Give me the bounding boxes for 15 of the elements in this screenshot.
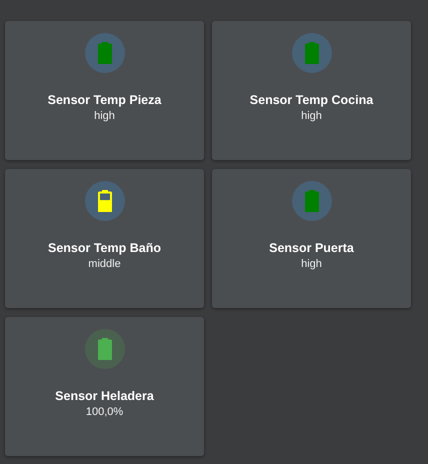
sensor-card[interactable]: Sensor Temp Baño middle xyxy=(5,169,204,308)
sensor-name: Sensor Heladera xyxy=(55,389,154,403)
sensor-name: Sensor Temp Pieza xyxy=(48,93,162,107)
sensor-card[interactable]: Sensor Puerta high xyxy=(212,169,411,308)
sensor-card[interactable]: Sensor Temp Cocina high xyxy=(212,21,411,160)
sensor-state: high xyxy=(301,258,322,270)
sensor-state: 100,0% xyxy=(86,406,124,418)
sensor-name: Sensor Temp Cocina xyxy=(250,93,374,107)
sensor-card[interactable]: Sensor Temp Pieza high xyxy=(5,21,204,160)
sensor-state: middle xyxy=(88,258,121,270)
sensor-name: Sensor Puerta xyxy=(269,241,354,255)
sensor-card[interactable]: Sensor Heladera 100,0% xyxy=(5,317,204,456)
sensor-state: high xyxy=(301,110,322,122)
sensor-state: high xyxy=(94,110,115,122)
sensor-name: Sensor Temp Baño xyxy=(48,241,161,255)
